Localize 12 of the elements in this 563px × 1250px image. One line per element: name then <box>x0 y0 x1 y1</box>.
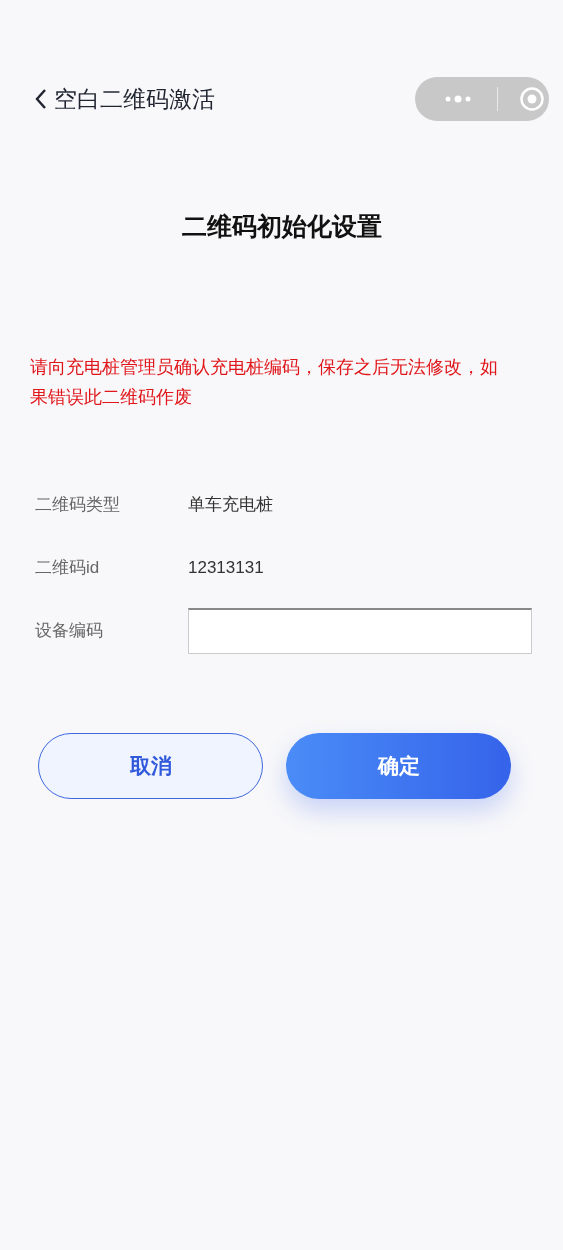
field-value: 12313131 <box>188 557 264 580</box>
field-label: 二维码类型 <box>35 494 121 517</box>
field-label: 设备编码 <box>35 620 104 643</box>
warning-text: 请向充电桩管理员确认充电桩编码，保存之后无法修改，如果错误此二维码作废 <box>30 355 499 409</box>
page-heading: 二维码初始化设置 <box>181 211 382 242</box>
field-value: 单车充电桩 <box>188 494 273 517</box>
confirm-button[interactable]: 确定 <box>286 732 511 799</box>
page-title: 空白二维码激活 <box>54 84 215 114</box>
back-icon[interactable] <box>34 88 48 110</box>
input-field[interactable] <box>188 608 532 654</box>
field-label: 二维码id <box>35 557 101 580</box>
cancel-button[interactable]: 取消 <box>38 732 263 799</box>
